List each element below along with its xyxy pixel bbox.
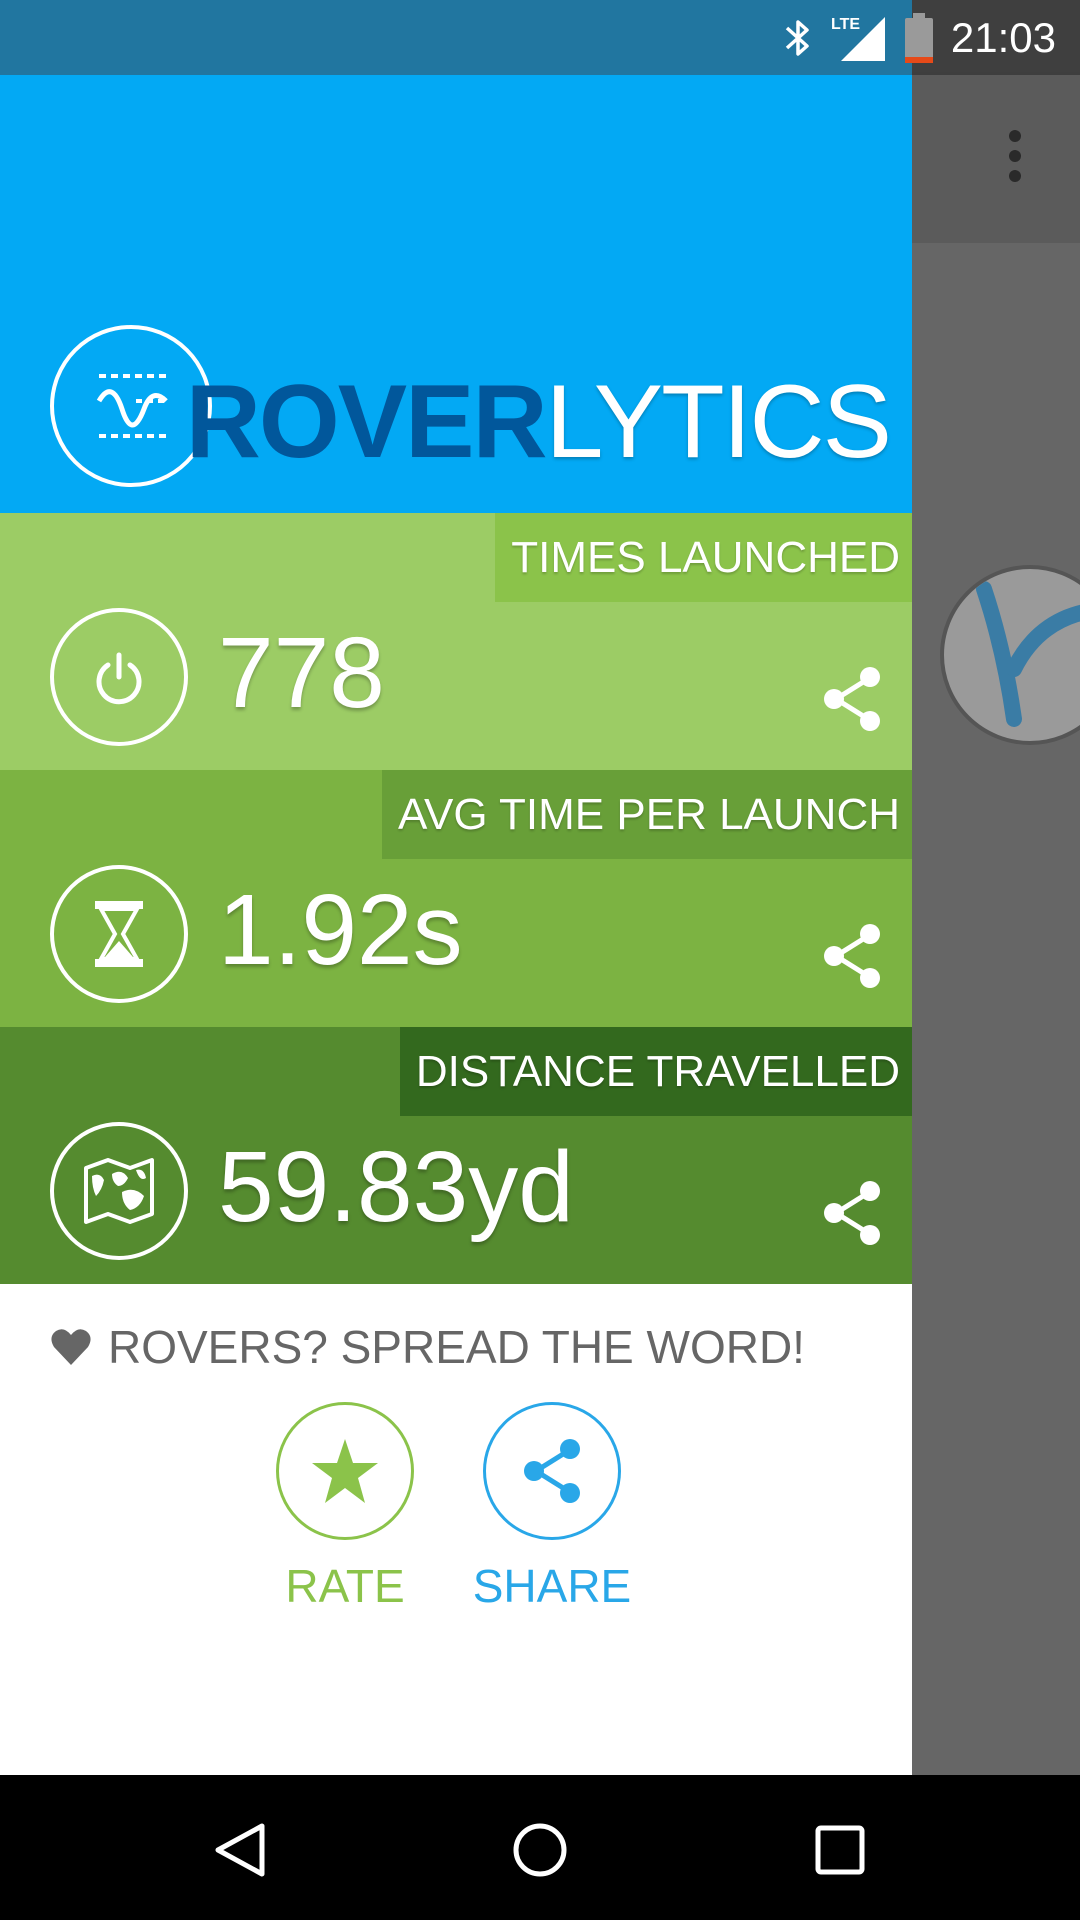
stat-label: AVG TIME PER LAUNCH xyxy=(381,770,912,859)
spread-the-word-section: ROVERS? SPREAD THE WORD! RATE SHARE xyxy=(0,1284,912,1775)
overflow-menu-icon[interactable] xyxy=(1000,130,1030,190)
share-icon[interactable] xyxy=(822,1180,882,1246)
stat-avg-time-per-launch: AVG TIME PER LAUNCH 1.92s xyxy=(0,770,912,1027)
status-bar: LTE 21:03 xyxy=(0,0,1080,75)
stat-value: 778 xyxy=(218,617,385,729)
background-toolbar xyxy=(912,75,1080,243)
map-icon xyxy=(50,1122,188,1260)
hourglass-icon xyxy=(50,865,188,1003)
share-label[interactable]: SHARE xyxy=(452,1559,652,1613)
share-icon[interactable] xyxy=(822,666,882,732)
stat-times-launched: TIMES LAUNCHED 778 xyxy=(0,513,912,770)
share-icon[interactable] xyxy=(822,923,882,989)
spread-title: ROVERS? SPREAD THE WORD! xyxy=(50,1320,805,1374)
spread-title-text: ROVERS? SPREAD THE WORD! xyxy=(108,1321,805,1373)
stat-value: 59.83yd xyxy=(218,1131,574,1243)
battery-icon xyxy=(904,12,933,63)
status-bar-left xyxy=(0,0,912,75)
brand-part-rover: ROVER xyxy=(185,364,548,480)
lte-signal-icon: LTE xyxy=(831,16,885,61)
rate-button[interactable] xyxy=(276,1402,414,1540)
background-scrim[interactable] xyxy=(912,243,1080,1775)
status-time: 21:03 xyxy=(950,13,1056,61)
home-icon[interactable] xyxy=(505,1815,575,1885)
stat-label: DISTANCE TRAVELLED xyxy=(399,1027,912,1116)
stat-value: 1.92s xyxy=(218,874,463,986)
drawer-header: ROVERLYTICS xyxy=(0,75,912,513)
navigation-drawer: ROVERLYTICS TIMES LAUNCHED 778 AVG TIME … xyxy=(0,75,912,1775)
bluetooth-icon xyxy=(785,19,809,56)
recents-icon[interactable] xyxy=(805,1815,875,1885)
share-icon xyxy=(524,1439,580,1503)
stat-distance-travelled: DISTANCE TRAVELLED 59.83yd xyxy=(0,1027,912,1284)
system-nav-bar xyxy=(0,1775,1080,1920)
svg-text:LTE: LTE xyxy=(831,16,860,33)
power-icon xyxy=(50,608,188,746)
app-brand-title: ROVERLYTICS xyxy=(186,370,892,474)
share-app-button[interactable] xyxy=(483,1402,621,1540)
back-icon[interactable] xyxy=(205,1815,275,1885)
stat-label: TIMES LAUNCHED xyxy=(495,513,912,602)
heart-icon xyxy=(51,1329,91,1365)
star-icon xyxy=(312,1439,378,1503)
brand-part-lytics: LYTICS xyxy=(545,364,892,480)
rate-label[interactable]: RATE xyxy=(245,1559,445,1613)
